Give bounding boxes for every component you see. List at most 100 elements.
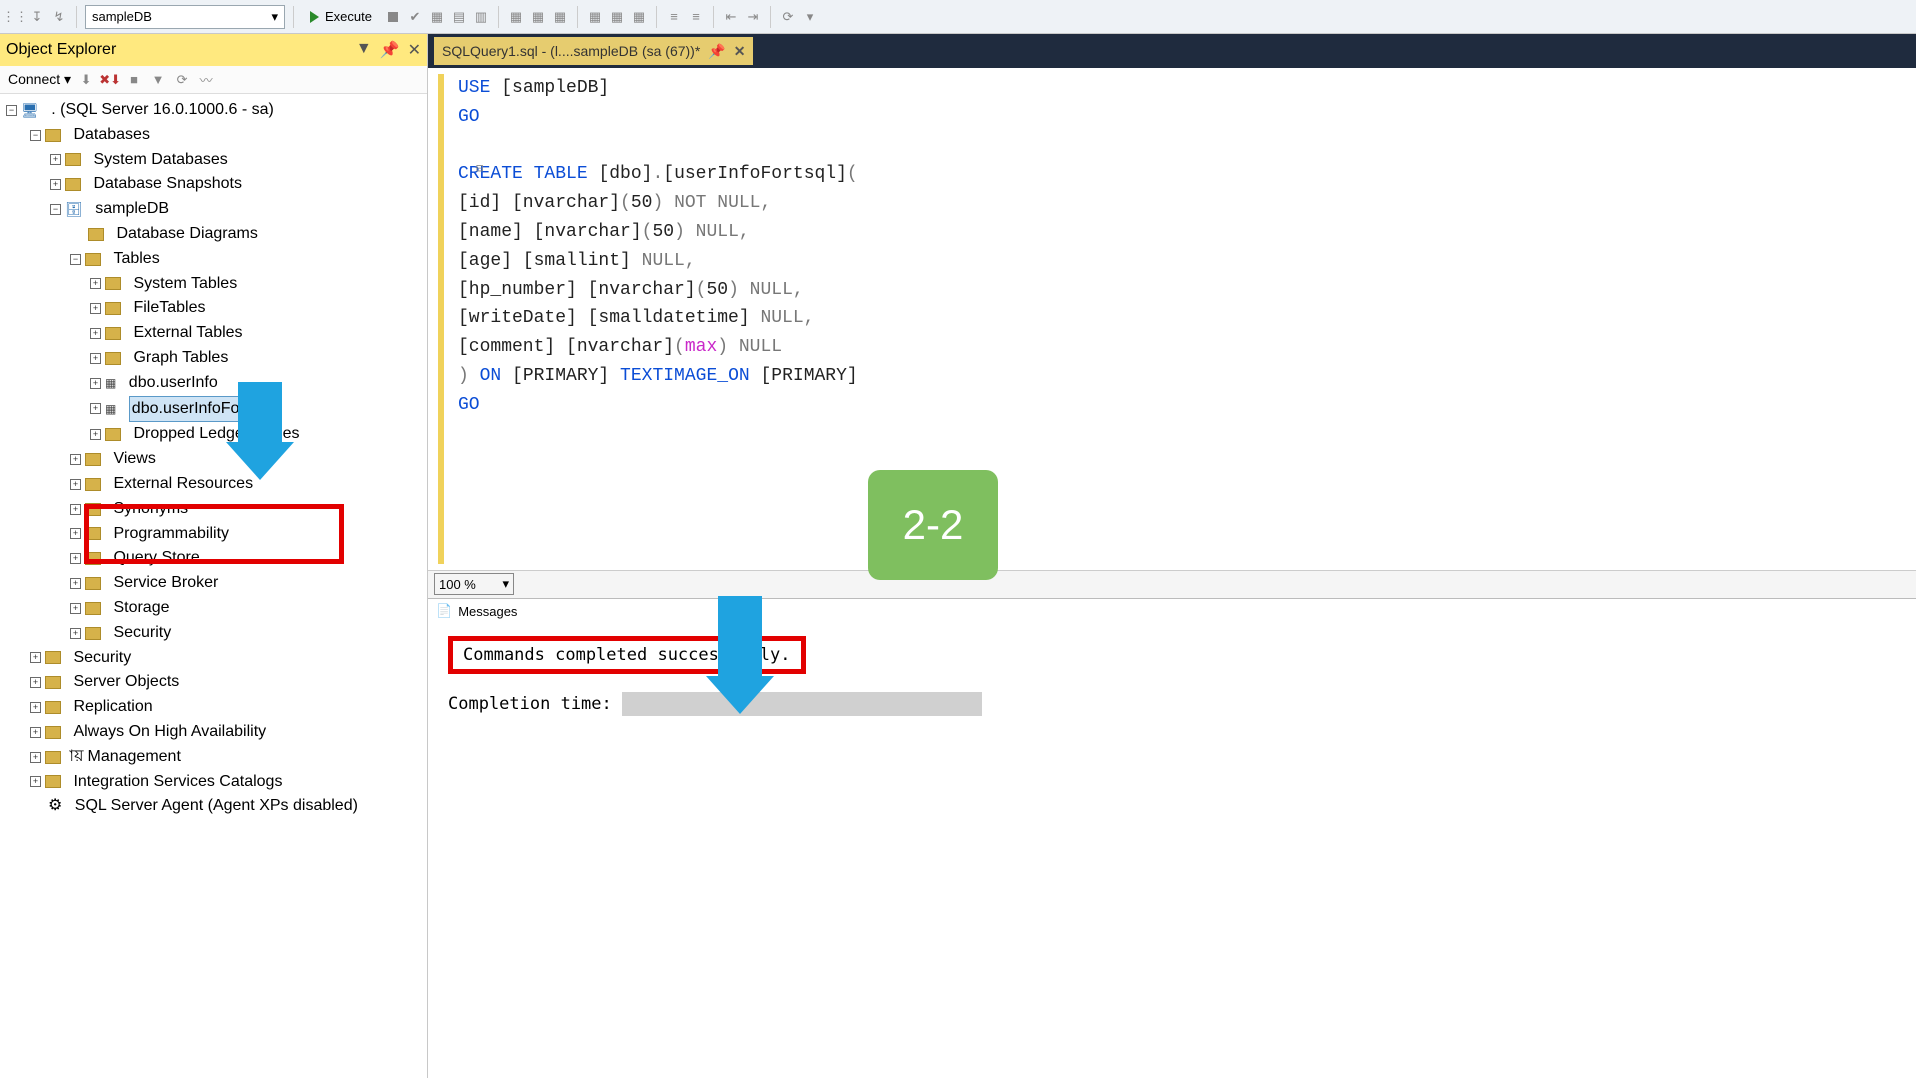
integration-node[interactable]: Integration Services Catalogs (73, 770, 282, 795)
replication-node[interactable]: Replication (73, 695, 152, 720)
toolbar-icon[interactable]: ▦ (529, 8, 547, 26)
table-userinfofortsql-node[interactable]: dbo.userInfoFortsql (129, 396, 273, 423)
toolbar-icon[interactable]: ▦ (507, 8, 525, 26)
stop-icon[interactable]: ■ (125, 71, 143, 89)
table-userinfo-node[interactable]: dbo.userInfo (129, 371, 218, 396)
pin-icon[interactable]: 📌 (708, 43, 725, 60)
query-store-node[interactable]: Query Store (113, 546, 199, 571)
chevron-down-icon[interactable]: ▾ (801, 8, 819, 26)
close-tab-icon[interactable]: ✕ (734, 43, 746, 60)
expand-icon[interactable]: + (70, 603, 81, 614)
sampledb-node[interactable]: sampleDB (95, 197, 169, 222)
expand-icon[interactable]: + (90, 303, 101, 314)
expand-icon[interactable]: + (90, 403, 101, 414)
external-tables-node[interactable]: External Tables (133, 321, 242, 346)
database-diagrams-node[interactable]: Database Diagrams (116, 222, 257, 247)
expand-icon[interactable]: + (30, 727, 41, 738)
graph-tables-node[interactable]: Graph Tables (133, 346, 228, 371)
disconnect-icon[interactable]: ✖⬇ (101, 71, 119, 89)
connect-icon[interactable]: ⬇ (77, 71, 95, 89)
filter-icon[interactable]: ▼ (149, 71, 167, 89)
close-icon[interactable]: ✕ (408, 40, 421, 60)
query-tab[interactable]: SQLQuery1.sql - (l....sampleDB (sa (67))… (434, 37, 753, 65)
pin-icon[interactable]: 📌 (380, 40, 400, 60)
database-select[interactable]: sampleDB ▾ (85, 5, 285, 29)
refresh-icon[interactable]: ⟳ (173, 71, 191, 89)
outdent-icon[interactable]: ⇤ (722, 8, 740, 26)
indent-right-icon[interactable]: ≡ (687, 8, 705, 26)
file-tables-node[interactable]: FileTables (133, 296, 205, 321)
expand-icon[interactable]: + (70, 479, 81, 490)
toolbar-icon[interactable]: ▤ (450, 8, 468, 26)
collapse-icon[interactable]: − (6, 105, 17, 116)
security-node[interactable]: Security (73, 646, 131, 671)
expand-icon[interactable]: + (70, 628, 81, 639)
toolbar-icon[interactable]: ▦ (551, 8, 569, 26)
database-snapshots-node[interactable]: Database Snapshots (93, 172, 242, 197)
collapse-icon[interactable]: − (70, 254, 81, 265)
connect-button[interactable]: Connect ▾ (8, 71, 71, 88)
expand-icon[interactable]: + (30, 776, 41, 787)
synonyms-node[interactable]: Synonyms (113, 497, 188, 522)
toolbar-icon[interactable]: ⋮⋮ (6, 8, 24, 26)
expand-icon[interactable]: + (70, 528, 81, 539)
expand-icon[interactable]: + (90, 328, 101, 339)
db-security-node[interactable]: Security (113, 621, 171, 646)
server-node[interactable]: . (SQL Server 16.0.1000.6 - sa) (51, 98, 274, 123)
external-resources-node[interactable]: External Resources (113, 472, 253, 497)
connect-toolbar: Connect ▾ ⬇ ✖⬇ ■ ▼ ⟳ 〰 (0, 66, 427, 94)
expand-icon[interactable]: + (50, 154, 61, 165)
toolbar-icon[interactable]: ↧ (28, 8, 46, 26)
always-on-node[interactable]: Always On High Availability (73, 720, 266, 745)
collapse-icon[interactable]: − (30, 130, 41, 141)
tables-node[interactable]: Tables (113, 247, 159, 272)
expand-icon[interactable]: + (70, 504, 81, 515)
execute-button[interactable]: Execute (302, 7, 380, 26)
messages-pane: Commands completed successfully. Complet… (428, 624, 1916, 728)
toolbar-icon[interactable]: ▦ (608, 8, 626, 26)
parse-button[interactable]: ✔ (406, 8, 424, 26)
expand-icon[interactable]: + (30, 752, 41, 763)
expand-icon[interactable]: + (70, 578, 81, 589)
stop-button[interactable] (384, 8, 402, 26)
toolbar-icon[interactable]: ▦ (428, 8, 446, 26)
server-objects-node[interactable]: Server Objects (73, 670, 179, 695)
toolbar-icon[interactable]: ▥ (472, 8, 490, 26)
zoom-select[interactable]: 100 % ▾ (434, 573, 514, 595)
expand-icon[interactable]: + (90, 353, 101, 364)
expand-icon[interactable]: + (30, 702, 41, 713)
completion-time-value (622, 692, 982, 716)
sql-editor[interactable]: USE [sampleDB] GO ⊟CREATE TABLE [dbo].[u… (428, 68, 1916, 570)
dropped-ledger-node[interactable]: Dropped Ledger Tables (133, 422, 299, 447)
folder-icon (65, 178, 81, 191)
expand-icon[interactable]: + (30, 652, 41, 663)
dropdown-icon[interactable]: ▼ (356, 40, 372, 60)
databases-node[interactable]: Databases (73, 123, 150, 148)
expand-icon[interactable]: + (30, 677, 41, 688)
management-node[interactable]: Management (88, 745, 181, 770)
expand-icon[interactable]: + (50, 179, 61, 190)
toolbar-icon[interactable]: ↯ (50, 8, 68, 26)
toolbar-icon[interactable]: ▦ (630, 8, 648, 26)
programmability-node[interactable]: Programmability (113, 522, 229, 547)
service-broker-node[interactable]: Service Broker (113, 571, 218, 596)
expand-icon[interactable]: + (90, 429, 101, 440)
indent-icon[interactable]: ⇥ (744, 8, 762, 26)
expand-icon[interactable]: + (70, 553, 81, 564)
toolbar-icon[interactable]: ⟳ (779, 8, 797, 26)
storage-node[interactable]: Storage (113, 596, 169, 621)
messages-tab-header[interactable]: 📄 Messages (428, 598, 1916, 624)
expand-icon[interactable]: + (90, 278, 101, 289)
activity-icon[interactable]: 〰 (197, 71, 215, 89)
object-tree[interactable]: − 🖥 . (SQL Server 16.0.1000.6 - sa) − Da… (0, 94, 427, 823)
indent-left-icon[interactable]: ≡ (665, 8, 683, 26)
collapse-icon[interactable]: − (50, 204, 61, 215)
system-databases-node[interactable]: System Databases (93, 148, 227, 173)
fold-icon[interactable]: ⊟ (476, 160, 483, 179)
expand-icon[interactable]: + (90, 378, 101, 389)
views-node[interactable]: Views (113, 447, 155, 472)
sql-agent-node[interactable]: SQL Server Agent (Agent XPs disabled) (75, 794, 358, 819)
toolbar-icon[interactable]: ▦ (586, 8, 604, 26)
system-tables-node[interactable]: System Tables (133, 272, 237, 297)
expand-icon[interactable]: + (70, 454, 81, 465)
